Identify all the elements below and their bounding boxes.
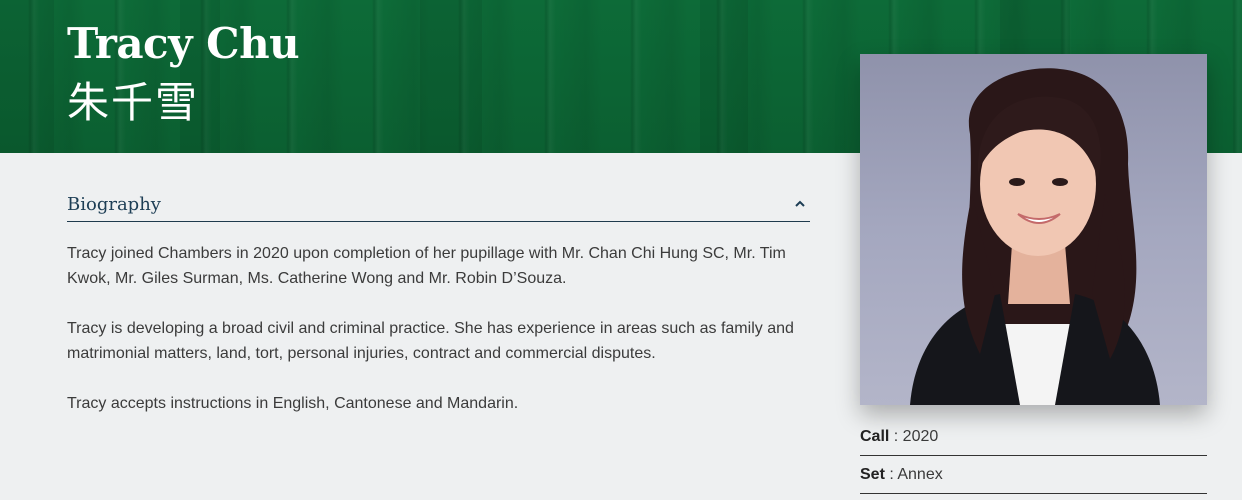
profile-name-english: Tracy Chu — [67, 19, 300, 68]
call-value: : 2020 — [889, 428, 939, 445]
portrait-image — [910, 68, 1160, 405]
profile-name-chinese: 朱千雪 — [67, 78, 200, 127]
biography-accordion-header[interactable]: Biography — [67, 190, 810, 222]
bookshelf-texture — [0, 0, 54, 153]
set-label: Set — [860, 466, 885, 483]
set-row: Set : Annex — [860, 456, 1207, 494]
biography-section: Biography Tracy joined Chambers in 2020 … — [67, 190, 810, 441]
call-label: Call — [860, 428, 890, 445]
set-value: : Annex — [884, 466, 943, 483]
bookshelf-texture — [420, 0, 482, 153]
biography-body: Tracy joined Chambers in 2020 upon compl… — [67, 241, 810, 416]
profile-photo — [860, 54, 1207, 405]
bookshelf-texture — [700, 0, 748, 153]
biography-paragraph: Tracy accepts instructions in English, C… — [67, 395, 519, 412]
biography-paragraph: Tracy joined Chambers in 2020 upon compl… — [67, 245, 786, 287]
profile-details: Call : 2020 Set : Annex — [860, 418, 1207, 494]
biography-paragraph: Tracy is developing a broad civil and cr… — [67, 320, 794, 362]
call-year-row: Call : 2020 — [860, 418, 1207, 456]
chevron-up-icon[interactable] — [794, 198, 806, 210]
biography-title: Biography — [67, 194, 161, 215]
